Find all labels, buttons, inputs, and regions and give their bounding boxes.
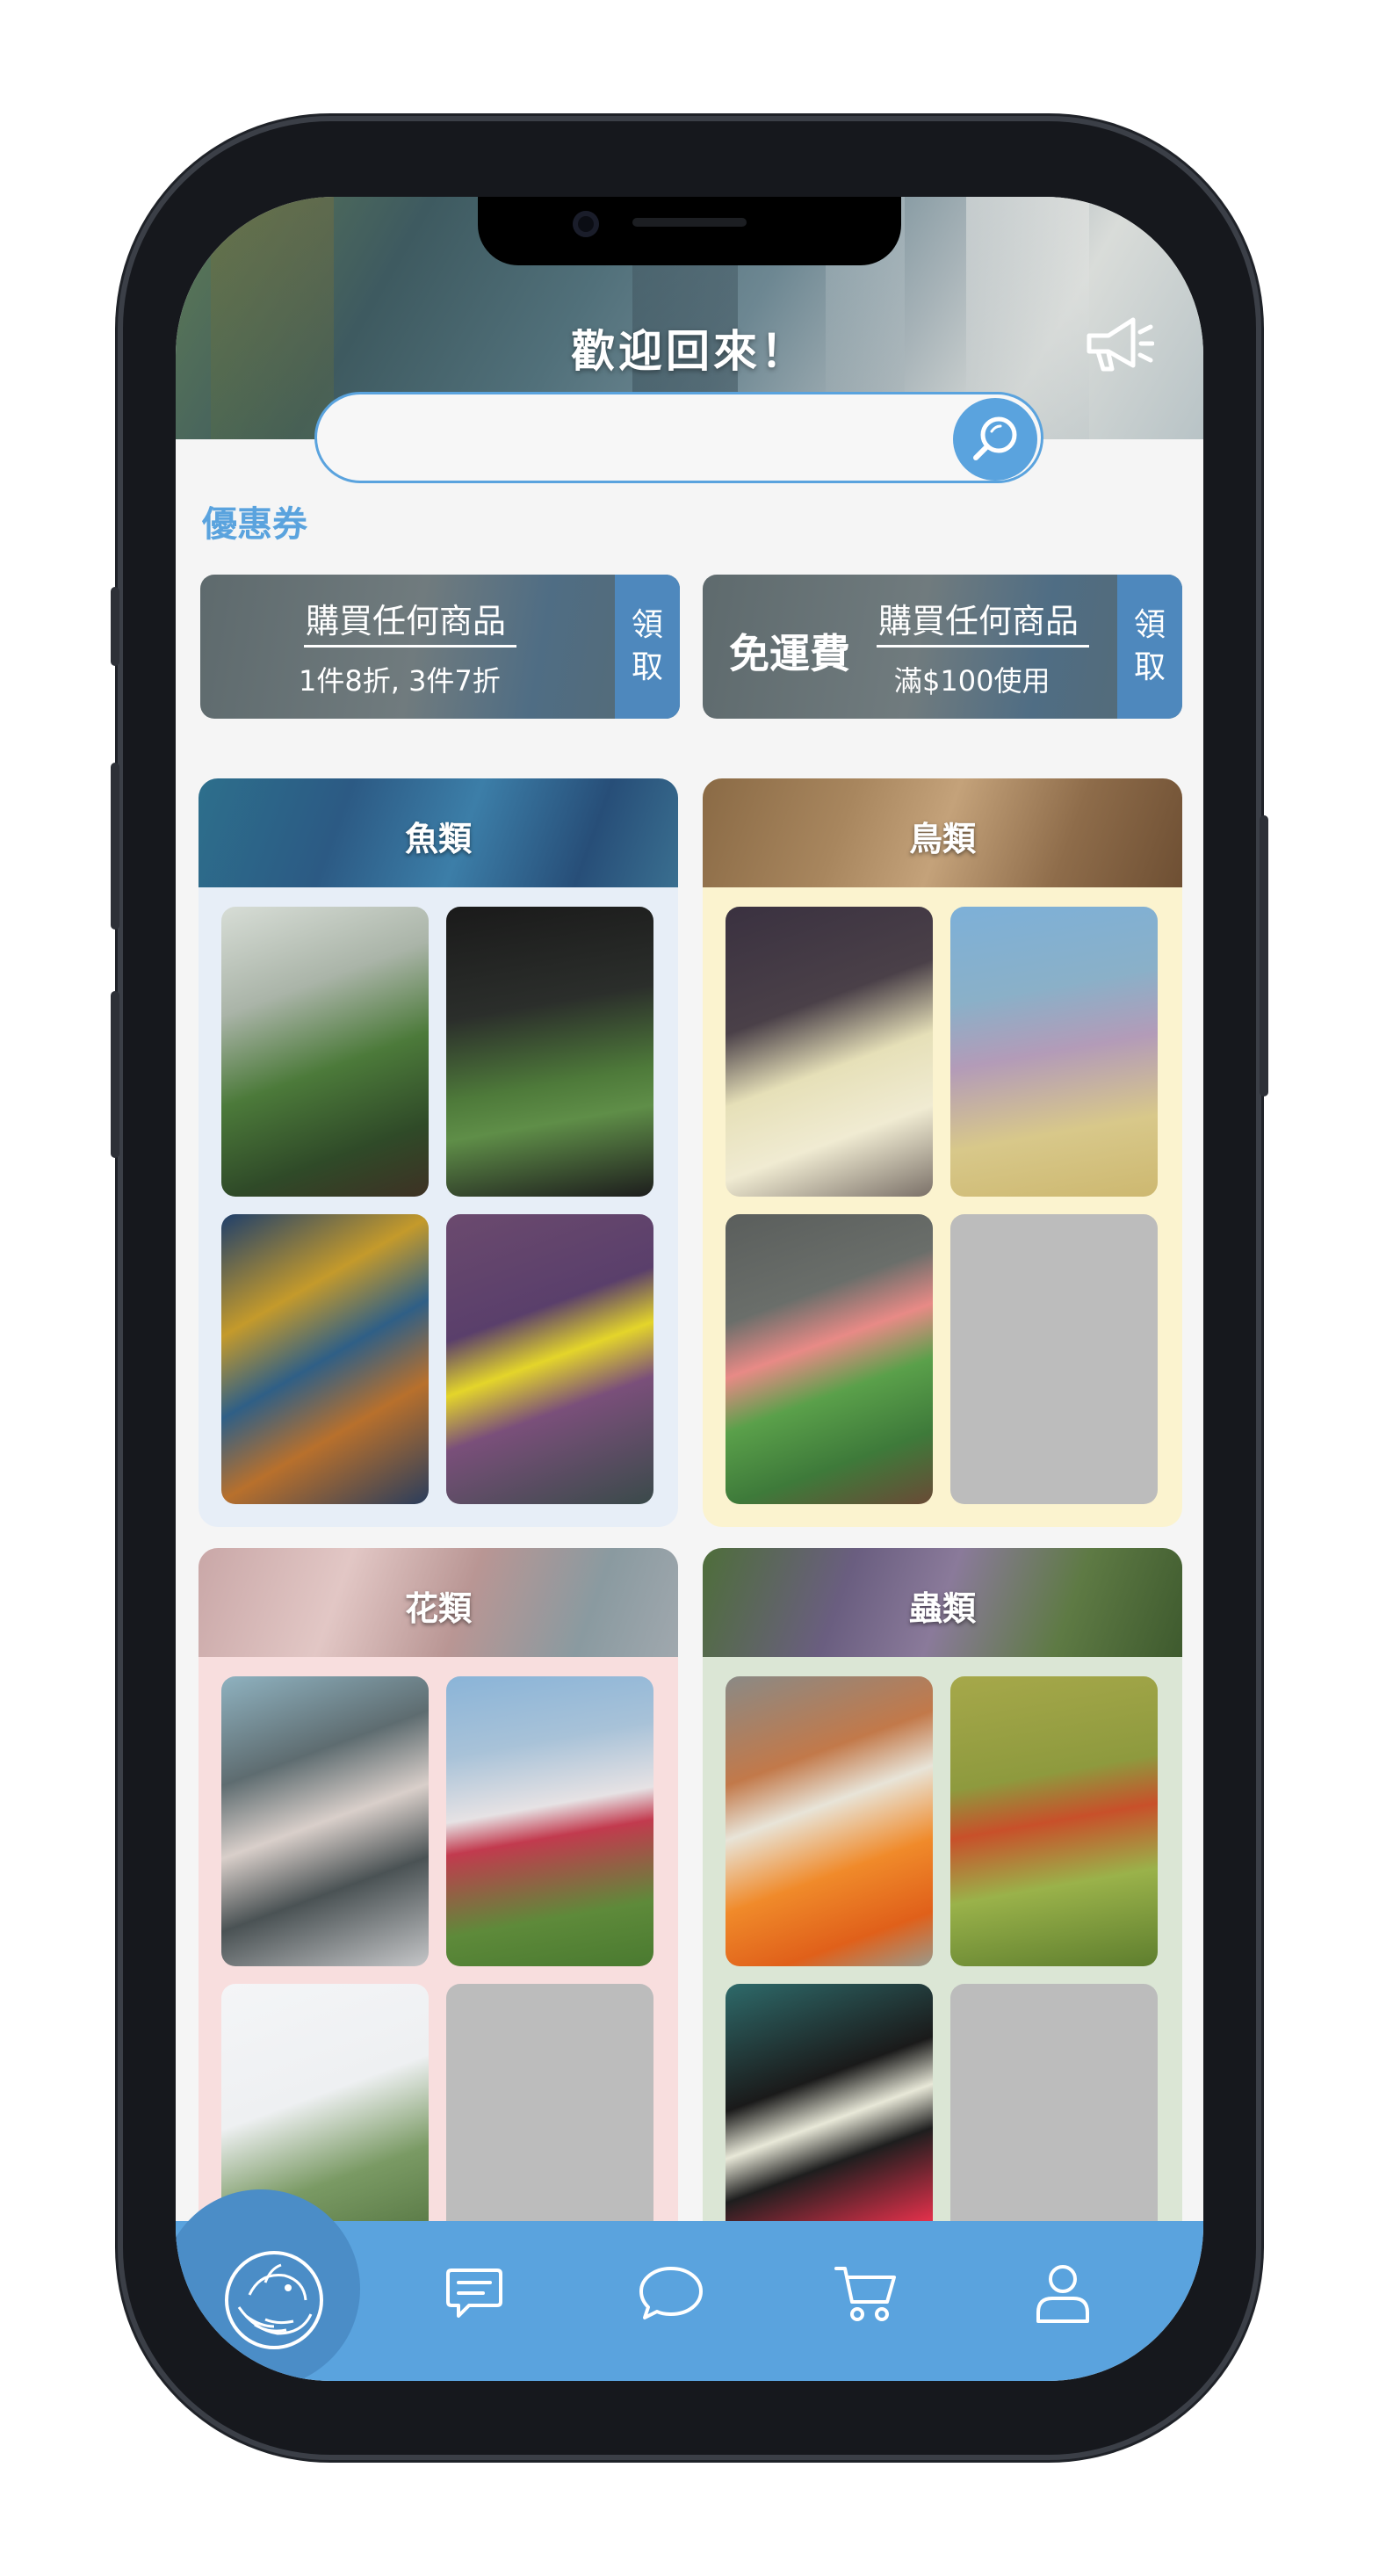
app-screen: 歡迎回來！ 優惠券 購買任何商品 1件8折, 3件7折 領 取 免運費 購買任何… [176, 197, 1203, 2381]
product-tile-coral-reef[interactable] [221, 1214, 429, 1504]
mute-switch [111, 587, 119, 666]
category-card-fish[interactable]: 魚類 [199, 778, 678, 1527]
category-title: 花類 [404, 1589, 472, 1628]
coupon-card-free-shipping[interactable]: 免運費 購買任何商品 滿$100使用 領 取 [703, 575, 1182, 719]
category-card-flowers[interactable]: 花類 [199, 1548, 678, 2251]
shopping-cart-icon[interactable] [831, 2258, 901, 2328]
volume-down-button [111, 991, 119, 1158]
coupon-claim-button[interactable]: 領 取 [1117, 575, 1182, 719]
product-tile-betta-fish-aquarium[interactable] [221, 907, 429, 1197]
product-tile-empty [446, 1984, 653, 2251]
message-bubble-icon[interactable] [636, 2258, 706, 2328]
search-icon [973, 416, 1017, 460]
coupon-title: 購買任何商品 [306, 602, 507, 640]
product-tile-painted-lady-butterfly[interactable] [726, 1676, 933, 1966]
notch [478, 197, 901, 265]
front-camera [573, 211, 599, 237]
coupon-divider [304, 645, 516, 648]
coupon-detail: 滿$100使用 [894, 664, 1050, 698]
coupon-divider [877, 645, 1089, 648]
category-card-insects[interactable]: 蟲類 [703, 1548, 1182, 2251]
product-tile-cherry-blossom-tree[interactable] [221, 1676, 429, 1966]
category-title: 魚類 [404, 820, 472, 858]
search-bar [314, 392, 1043, 483]
category-title: 蟲類 [908, 1589, 976, 1628]
power-button [1260, 815, 1268, 1096]
coupon-detail: 1件8折, 3件7折 [299, 664, 501, 698]
product-tile-lilac-breasted-roller[interactable] [950, 907, 1158, 1197]
product-tile-ladybug[interactable] [950, 1676, 1158, 1966]
coupon-title: 購買任何商品 [878, 602, 1079, 640]
product-tile-cockatiel[interactable] [726, 907, 933, 1197]
welcome-title: 歡迎回來！ [571, 326, 808, 377]
volume-up-button [111, 763, 119, 930]
product-tile-yellow-tang-fish[interactable] [446, 1214, 653, 1504]
coupon-section-label: 優惠券 [202, 504, 307, 545]
chat-list-icon[interactable] [439, 2258, 509, 2328]
product-tile-swallowtail-butterfly[interactable] [726, 1984, 933, 2251]
coupon-card-discount[interactable]: 購買任何商品 1件8折, 3件7折 領 取 [200, 575, 680, 719]
product-tile-empty [950, 1984, 1158, 2251]
search-input[interactable] [352, 410, 900, 465]
coupon-headline: 免運費 [729, 630, 850, 677]
product-tile-tulips[interactable] [446, 1676, 653, 1966]
category-title: 鳥類 [908, 820, 976, 858]
product-tile-planted-aquarium[interactable] [446, 907, 653, 1197]
category-card-birds[interactable]: 鳥類 [703, 778, 1182, 1527]
search-button[interactable] [953, 398, 1037, 481]
megaphone-icon[interactable] [1082, 313, 1154, 374]
home-logo-icon[interactable] [220, 2246, 329, 2355]
user-profile-icon[interactable] [1028, 2258, 1098, 2328]
product-tile-empty [950, 1214, 1158, 1504]
phone-frame: 歡迎回來！ 優惠券 購買任何商品 1件8折, 3件7折 領 取 免運費 購買任何… [111, 121, 1268, 2455]
product-tile-lovebird[interactable] [726, 1214, 933, 1504]
coupon-claim-button[interactable]: 領 取 [615, 575, 680, 719]
speaker [632, 218, 747, 227]
